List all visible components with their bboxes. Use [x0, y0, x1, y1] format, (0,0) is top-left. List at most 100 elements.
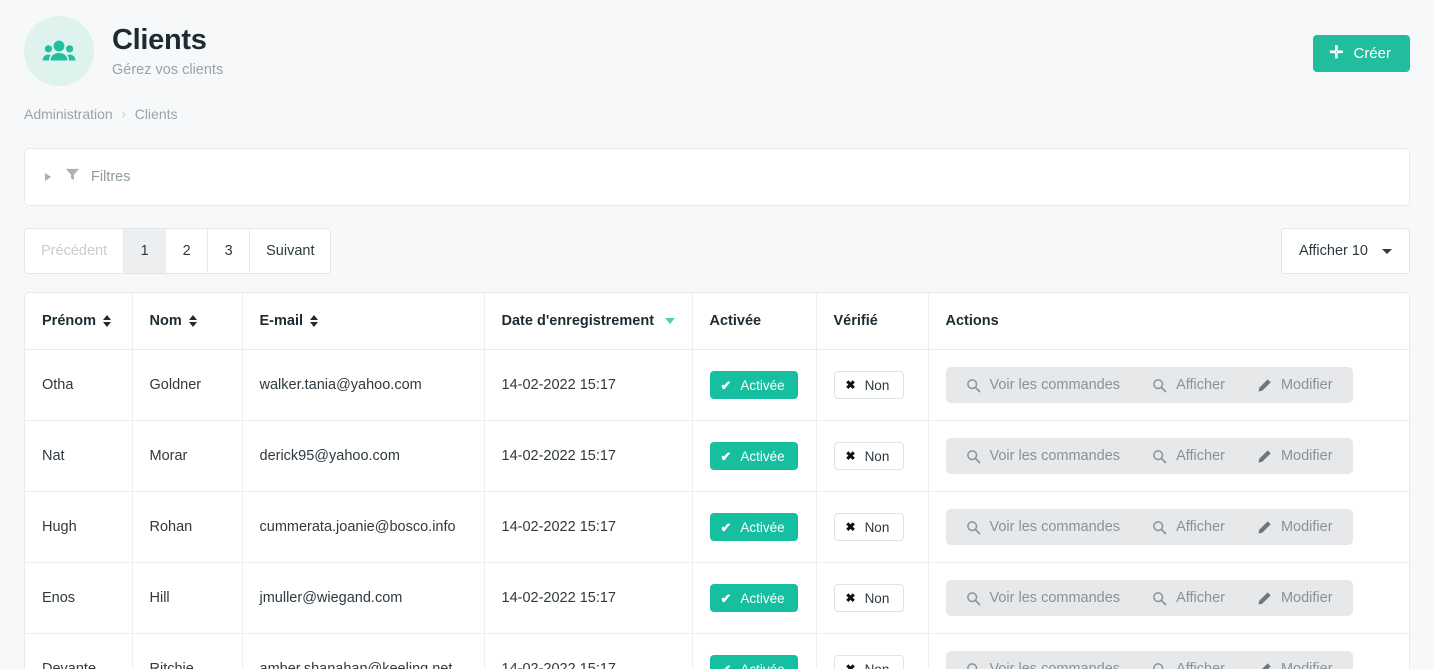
pencil-icon	[1257, 378, 1272, 393]
view-orders-button[interactable]: Voir les commandes	[952, 441, 1135, 471]
show-button[interactable]: Afficher	[1138, 441, 1239, 471]
status-badge-verifie[interactable]: ✖ Non	[833, 371, 905, 399]
cell-verifie: ✖ Non	[816, 349, 929, 421]
sort-icon[interactable]	[103, 315, 111, 327]
cross-icon: ✖	[845, 378, 856, 392]
plus-icon: ✛	[1329, 43, 1344, 62]
search-icon	[966, 662, 981, 669]
cell-email: walker.tania@yahoo.com	[242, 349, 485, 421]
clients-page: Clients Gérez vos clients ✛ Créer Admini…	[0, 0, 1434, 669]
per-page-label: Afficher 10	[1298, 243, 1368, 259]
cell-nom: Goldner	[132, 349, 243, 421]
page-title: Clients	[112, 23, 207, 56]
show-button[interactable]: Afficher	[1138, 583, 1239, 613]
per-page-dropdown[interactable]: Afficher 10	[1280, 228, 1410, 274]
column-header-prenom[interactable]: Prénom	[25, 293, 133, 350]
column-header-actions: Actions	[928, 293, 1409, 350]
status-badge-activee[interactable]: ✔ Activée	[709, 584, 798, 612]
cell-prenom: Enos	[25, 562, 133, 634]
cell-nom: Rohan	[132, 491, 243, 563]
edit-button[interactable]: Modifier	[1243, 583, 1347, 613]
status-badge-activee[interactable]: ✔ Activée	[709, 371, 798, 399]
filters-toggle[interactable]: Filtres	[45, 167, 130, 187]
row-actions-group: Voir les commandes Afficher Modifier	[945, 367, 1353, 403]
show-button[interactable]: Afficher	[1138, 654, 1239, 669]
table-row: Nat Morar derick95@yahoo.com 14-02-2022 15:…	[25, 420, 1409, 492]
pagination-previous[interactable]: Précédent	[25, 229, 125, 273]
breadcrumb-separator-icon: ›	[121, 107, 126, 121]
cell-email: jmuller@wiegand.com	[242, 562, 485, 634]
cell-activee: ✔ Activée	[692, 349, 817, 421]
check-icon: ✔	[720, 590, 732, 606]
show-button-label: Afficher	[1176, 661, 1225, 669]
column-header-email[interactable]: E-mail	[242, 293, 485, 350]
cell-date: 14-02-2022 15:17	[484, 562, 693, 634]
edit-button[interactable]: Modifier	[1243, 370, 1347, 400]
cross-icon: ✖	[845, 662, 856, 669]
clients-table-card: Prénom Nom E-mail Date d'enregistrement …	[24, 292, 1410, 669]
sort-icon[interactable]	[310, 315, 319, 327]
create-button-label: Créer	[1353, 45, 1391, 62]
create-button[interactable]: ✛ Créer	[1313, 35, 1410, 72]
status-badge-activee[interactable]: ✔ Activée	[709, 442, 798, 470]
pagination-page-1[interactable]: 1	[124, 229, 167, 273]
edit-button[interactable]: Modifier	[1243, 654, 1347, 669]
cross-icon: ✖	[845, 520, 856, 534]
cell-activee: ✔ Activée	[692, 562, 817, 634]
view-orders-button-label: Voir les commandes	[989, 661, 1121, 669]
cell-email: derick95@yahoo.com	[242, 420, 485, 492]
status-badge-activee[interactable]: ✔ Activée	[709, 513, 798, 541]
table-header-row: Prénom Nom E-mail Date d'enregistrement …	[25, 293, 1409, 350]
search-icon	[966, 378, 981, 393]
cell-date: 14-02-2022 15:17	[484, 491, 693, 563]
status-badge-activee-label: Activée	[740, 661, 785, 669]
breadcrumb-item-administration[interactable]: Administration	[24, 106, 113, 122]
table-row: Devante Ritchie amber.shanahan@keeling.net…	[25, 633, 1409, 669]
search-icon	[1152, 591, 1167, 606]
table-row: Enos Hill jmuller@wiegand.com 14-02-2022 15…	[25, 562, 1409, 634]
view-orders-button-label: Voir les commandes	[989, 377, 1121, 393]
sort-icon[interactable]	[188, 315, 197, 327]
column-header-nom[interactable]: Nom	[132, 293, 243, 350]
cell-prenom: Nat	[25, 420, 133, 492]
status-badge-activee[interactable]: ✔ Activée	[709, 655, 798, 669]
view-orders-button[interactable]: Voir les commandes	[952, 654, 1135, 669]
status-badge-verifie[interactable]: ✖ Non	[833, 584, 905, 612]
page-title-block: Clients Gérez vos clients	[112, 24, 223, 78]
cell-email: amber.shanahan@keeling.net	[242, 633, 485, 669]
column-header-activee-label: Activée	[709, 313, 762, 329]
cell-prenom: Hugh	[25, 491, 133, 563]
pagination-page-2[interactable]: 2	[166, 229, 209, 273]
cell-verifie: ✖ Non	[816, 491, 929, 563]
search-icon	[966, 591, 981, 606]
show-button-label: Afficher	[1176, 448, 1225, 464]
edit-button[interactable]: Modifier	[1243, 512, 1347, 542]
search-icon	[966, 449, 981, 464]
view-orders-button[interactable]: Voir les commandes	[952, 512, 1135, 542]
view-orders-button[interactable]: Voir les commandes	[952, 583, 1135, 613]
show-button[interactable]: Afficher	[1138, 512, 1239, 542]
cross-icon: ✖	[845, 591, 856, 605]
status-badge-verifie[interactable]: ✖ Non	[833, 513, 905, 541]
pencil-icon	[1257, 449, 1272, 464]
edit-button[interactable]: Modifier	[1243, 441, 1347, 471]
status-badge-verifie-label: Non	[864, 377, 890, 393]
view-orders-button[interactable]: Voir les commandes	[952, 370, 1135, 400]
clients-table: Prénom Nom E-mail Date d'enregistrement …	[25, 293, 1409, 669]
row-actions-group: Voir les commandes Afficher Modifier	[945, 651, 1353, 669]
cell-date: 14-02-2022 15:17	[484, 633, 693, 669]
users-group-icon	[24, 16, 94, 86]
column-header-actions-label: Actions	[945, 313, 999, 329]
status-badge-verifie[interactable]: ✖ Non	[833, 655, 905, 669]
sort-desc-active-icon[interactable]	[665, 318, 676, 324]
status-badge-verifie[interactable]: ✖ Non	[833, 442, 905, 470]
pagination-row: Précédent 1 2 3 Suivant Afficher 10	[24, 228, 1410, 274]
filters-panel[interactable]: Filtres	[24, 148, 1410, 206]
column-header-date[interactable]: Date d'enregistrement	[484, 293, 693, 350]
pagination-page-3[interactable]: 3	[208, 229, 251, 273]
status-badge-activee-label: Activée	[740, 590, 785, 606]
pagination-next[interactable]: Suivant	[250, 229, 331, 273]
show-button[interactable]: Afficher	[1138, 370, 1239, 400]
row-actions-group: Voir les commandes Afficher Modifier	[945, 580, 1353, 616]
edit-button-label: Modifier	[1280, 519, 1333, 535]
